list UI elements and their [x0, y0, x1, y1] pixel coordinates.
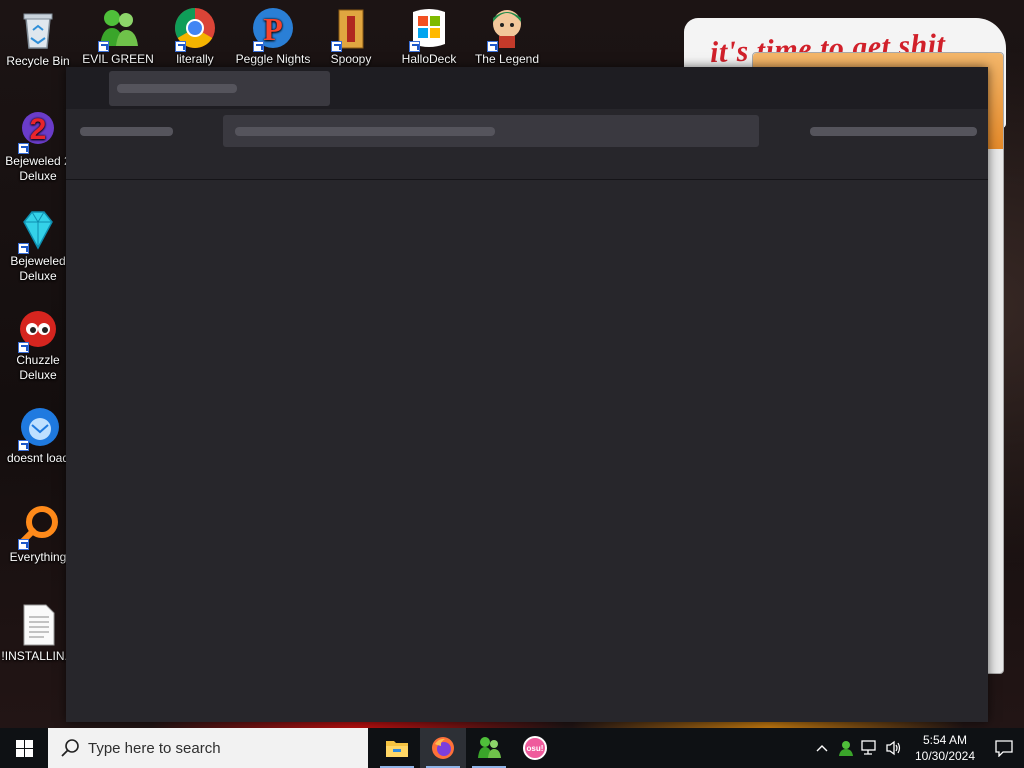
- desktop-icon-label: Recycle Bin: [6, 54, 70, 68]
- spoopy-icon: [329, 6, 373, 52]
- messenger-tray-icon[interactable]: [834, 728, 858, 768]
- svg-text:2: 2: [30, 113, 47, 146]
- desktop-icon-label: Everything: [9, 550, 67, 564]
- address-bar[interactable]: [223, 115, 759, 147]
- desktop-icon-the-legend[interactable]: The Legend: [469, 6, 545, 67]
- shortcut-arrow-icon: [18, 243, 29, 254]
- desktop-icon-everything[interactable]: Everything: [0, 504, 76, 565]
- shortcut-arrow-icon: [487, 41, 498, 52]
- shortcut-arrow-icon: [18, 143, 29, 154]
- shortcut-arrow-icon: [175, 41, 186, 52]
- recycle-bin-icon: [16, 8, 60, 52]
- microsoft-store-icon: [407, 6, 451, 52]
- taskbar-clock[interactable]: 5:54 AM 10/30/2024: [912, 732, 978, 764]
- shortcut-arrow-icon: [253, 41, 264, 52]
- address-bar-placeholder: [235, 127, 495, 136]
- desktop-icon-label: The Legend: [474, 52, 540, 66]
- desktop-icon-literally[interactable]: literally: [157, 6, 233, 67]
- desktop-icon-peggle-nights[interactable]: P Peggle Nights: [235, 6, 311, 67]
- clock-date: 10/30/2024: [914, 749, 976, 763]
- bejeweled-gem-icon: [16, 208, 60, 254]
- desktop-icon-evil-green[interactable]: EVIL GREEN: [80, 6, 156, 67]
- window-toolbar: [66, 109, 988, 180]
- toolbar-right-placeholder: [810, 127, 977, 136]
- notification-center-icon[interactable]: [984, 728, 1024, 768]
- network-icon[interactable]: [858, 728, 882, 768]
- taskbar-app-messenger[interactable]: [466, 728, 512, 768]
- desktop-icon-label: EVIL GREEN: [82, 52, 154, 66]
- thunderbird-icon: [16, 405, 60, 451]
- desktop-icon-label: literally: [176, 52, 214, 66]
- browser-tab[interactable]: [109, 71, 330, 106]
- window-titlebar: [66, 67, 988, 109]
- shortcut-arrow-icon: [18, 539, 29, 550]
- desktop-icon-installing[interactable]: !INSTALLIN...: [0, 603, 76, 664]
- svg-text:P: P: [263, 11, 283, 47]
- text-document-icon: [16, 603, 60, 647]
- search-placeholder: Type here to search: [88, 739, 221, 757]
- desktop-icon-bejeweled[interactable]: Bejeweled Deluxe: [0, 208, 76, 284]
- firefox-icon: [432, 737, 454, 759]
- legend-game-icon: [485, 6, 529, 52]
- taskbar-search-box[interactable]: Type here to search: [48, 728, 368, 768]
- desktop-icon-label: Bejeweled 2 Deluxe: [5, 154, 70, 183]
- desktop-icon-label: Peggle Nights: [235, 52, 311, 66]
- desktop-icon-bejeweled-2[interactable]: 2 Bejeweled 2 Deluxe: [0, 108, 76, 184]
- msn-messenger-icon: [478, 737, 501, 758]
- taskbar-app-file-explorer[interactable]: [374, 728, 420, 768]
- shortcut-arrow-icon: [409, 41, 420, 52]
- desktop-icon-label: HalloDeck: [401, 52, 457, 66]
- system-tray: 5:54 AM 10/30/2024: [810, 728, 1024, 768]
- osu-icon: osu!: [523, 736, 547, 760]
- taskbar-app-firefox[interactable]: [420, 728, 466, 768]
- desktop-icon-chuzzle[interactable]: Chuzzle Deluxe: [0, 307, 76, 383]
- msn-messenger-icon: [96, 6, 140, 52]
- everything-search-icon: [16, 504, 60, 550]
- desktop-icon-spoopy[interactable]: Spoopy: [313, 6, 389, 67]
- bejeweled-2-icon: 2: [16, 108, 60, 154]
- shortcut-arrow-icon: [18, 342, 29, 353]
- windows-logo-icon: [15, 739, 33, 757]
- loading-app-window: [66, 67, 988, 722]
- chrome-icon: [173, 6, 217, 52]
- chuzzle-icon: [16, 307, 60, 353]
- volume-icon[interactable]: [882, 728, 906, 768]
- shortcut-arrow-icon: [18, 440, 29, 451]
- toolbar-left-placeholder: [80, 127, 173, 136]
- shortcut-arrow-icon: [331, 41, 342, 52]
- page-content-area: [66, 180, 988, 722]
- desktop-icon-doesnt-load[interactable]: doesnt load: [0, 405, 76, 466]
- desktop-icon-label: !INSTALLIN...: [1, 649, 75, 663]
- desktop-icon-label: doesnt load: [6, 451, 70, 465]
- clock-time: 5:54 AM: [922, 733, 968, 747]
- start-button[interactable]: [0, 728, 48, 768]
- desktop-icon-label: Chuzzle Deluxe: [16, 353, 60, 382]
- peggle-icon: P: [251, 6, 295, 52]
- search-icon: [61, 739, 79, 757]
- desktop-icon-label: Spoopy: [330, 52, 372, 66]
- shortcut-arrow-icon: [98, 41, 109, 52]
- taskbar: Type here to search osu! 5:54 AM 10/30/2…: [0, 728, 1024, 768]
- desktop-icon-recycle-bin[interactable]: Recycle Bin: [0, 8, 76, 69]
- tab-title-placeholder: [117, 84, 237, 93]
- taskbar-app-osu[interactable]: osu!: [512, 728, 558, 768]
- file-explorer-icon: [386, 741, 408, 757]
- osu-icon-label: osu!: [526, 743, 544, 753]
- desktop-icon-hallodeck[interactable]: HalloDeck: [391, 6, 467, 67]
- desktop-icon-label: Bejeweled Deluxe: [10, 254, 66, 283]
- show-hidden-icons-chevron-icon[interactable]: [810, 728, 834, 768]
